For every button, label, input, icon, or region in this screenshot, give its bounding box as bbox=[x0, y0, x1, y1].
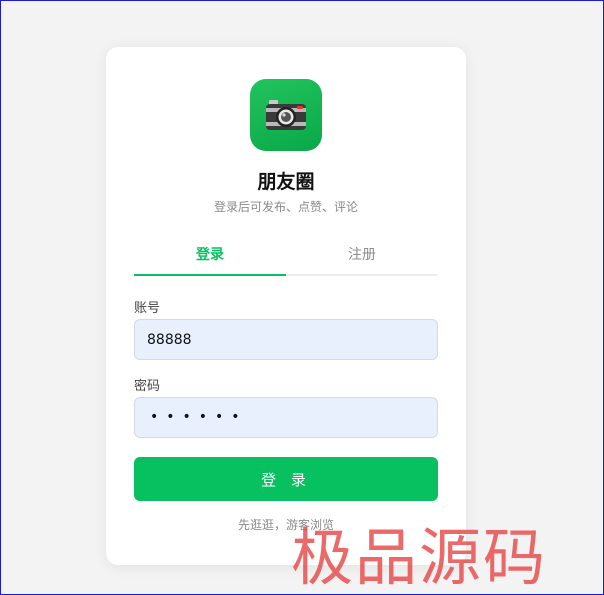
account-label: 账号 bbox=[134, 301, 161, 316]
app-icon bbox=[250, 79, 322, 151]
login-button[interactable]: 登 录 bbox=[134, 457, 438, 501]
login-card: 朋友圈 登录后可发布、点赞、评论 登录 注册 账号 密码 •••••• 登 录 … bbox=[106, 47, 466, 565]
password-input[interactable] bbox=[134, 397, 438, 438]
password-label: 密码 bbox=[134, 379, 161, 394]
guest-browse-link[interactable]: 先逛逛，游客浏览 bbox=[106, 516, 466, 533]
account-input[interactable] bbox=[134, 319, 438, 360]
app-subtitle: 登录后可发布、点赞、评论 bbox=[213, 200, 358, 214]
tab-register[interactable]: 注册 bbox=[286, 237, 438, 274]
tab-login[interactable]: 登录 bbox=[134, 237, 286, 276]
camera-icon bbox=[266, 100, 306, 130]
auth-tabs: 登录 注册 bbox=[134, 237, 438, 276]
app-title: 朋友圈 bbox=[257, 171, 315, 193]
